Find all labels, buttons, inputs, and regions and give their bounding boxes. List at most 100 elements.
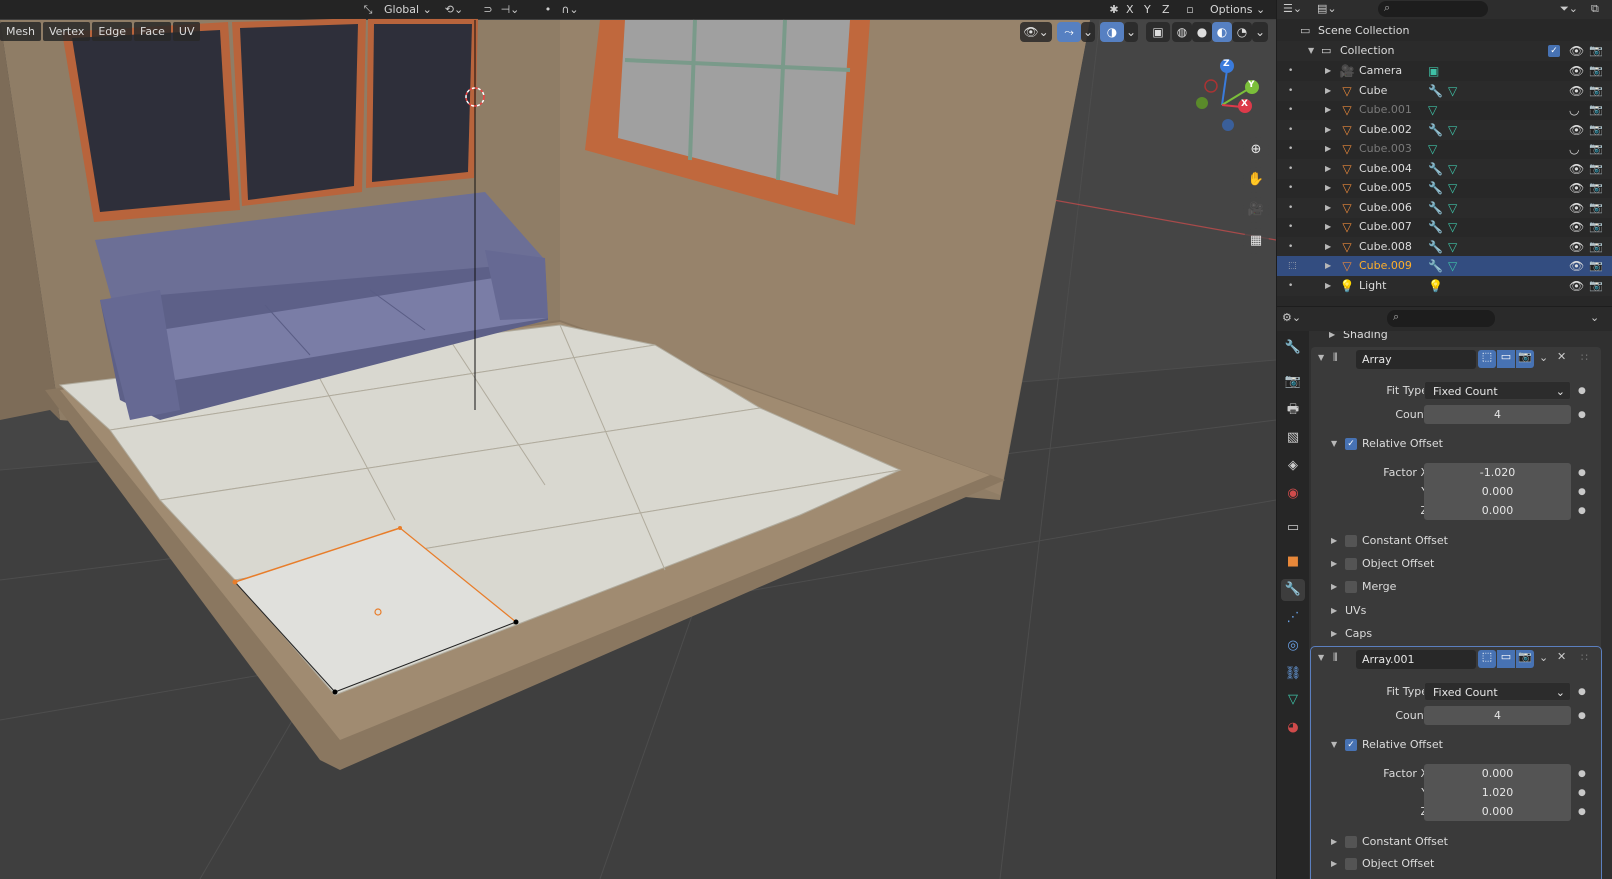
gizmo-z-label[interactable]: Z (1223, 59, 1230, 69)
eye-icon[interactable]: 👁 (1569, 61, 1584, 81)
expand-icon[interactable]: ▶ (1325, 120, 1331, 140)
relative-offset-checkbox[interactable]: ✓ (1345, 739, 1357, 751)
expand-icon[interactable]: ▶ (1325, 237, 1331, 257)
keyframe-dot[interactable]: ● (1578, 783, 1586, 803)
menu-mesh[interactable]: Mesh (0, 22, 41, 41)
eye-icon[interactable]: 👁 (1569, 276, 1584, 296)
merge-checkbox[interactable] (1345, 581, 1357, 593)
factor-y-field[interactable]: 0.000 (1424, 482, 1571, 501)
render-camera-icon[interactable]: 📷 (1589, 237, 1603, 257)
render-camera-icon[interactable]: 📷 (1589, 120, 1603, 140)
expand-icon[interactable]: ▶ (1325, 159, 1331, 179)
object-offset-row[interactable]: ▶ Object Offset (1311, 854, 1612, 874)
array-collapse-icon[interactable]: ▼ (1318, 353, 1324, 362)
collection-render-icon[interactable]: 📷 (1589, 41, 1603, 61)
camera-data-icon[interactable]: ▣ (1428, 61, 1439, 81)
mode-dot-icon[interactable]: • (1288, 100, 1293, 120)
keyframe-dot[interactable]: ● (1578, 501, 1586, 521)
merge-row[interactable]: ▶ Merge (1311, 577, 1612, 597)
expand-icon[interactable]: ▶ (1325, 276, 1331, 296)
scene-tab-icon[interactable]: ◈ (1281, 455, 1305, 477)
mesh-data-icon[interactable]: ▽ (1448, 198, 1457, 218)
mesh-data-icon[interactable]: ▽ (1448, 120, 1457, 140)
editmode-toggle-icon[interactable]: ⬚ (1478, 650, 1496, 668)
outliner-item[interactable]: • ▶ ▽ Cube.003 ▽ ◡ 📷 (1277, 139, 1612, 159)
count-field[interactable]: 4 (1424, 405, 1571, 424)
menu-edge[interactable]: Edge (92, 22, 133, 41)
constraints-tab-icon[interactable]: ⛓ (1281, 663, 1305, 685)
keyframe-dot[interactable]: ● (1578, 405, 1586, 425)
expand-icon[interactable]: ▶ (1331, 577, 1337, 597)
expand-icon[interactable]: ▶ (1331, 601, 1337, 621)
perspective-grid-icon[interactable]: ▦ (1243, 228, 1269, 254)
mirror-z-toggle[interactable]: Z (1158, 1, 1174, 18)
expand-icon[interactable]: ▶ (1325, 217, 1331, 237)
outliner-item[interactable]: • ▶ 🎥 Camera ▣ 👁 📷 (1277, 61, 1612, 81)
eye-icon[interactable]: 👁 (1569, 256, 1584, 276)
properties-search-input[interactable]: ⌕ (1387, 310, 1495, 327)
shading-dropdown-icon[interactable]: ⌄ (1252, 22, 1268, 42)
outliner-item[interactable]: ⬚ ▶ ▽ Cube.009 🔧 ▽ 👁 📷 (1277, 256, 1612, 276)
array-name-field[interactable]: Array (1356, 350, 1476, 369)
constant-offset-checkbox[interactable] (1345, 535, 1357, 547)
render-camera-icon[interactable]: 📷 (1589, 178, 1603, 198)
mode-dot-icon[interactable]: • (1288, 276, 1293, 296)
render-camera-icon[interactable]: 📷 (1589, 81, 1603, 101)
modifier-icon[interactable]: 🔧 (1428, 81, 1443, 101)
mode-dot-icon[interactable]: • (1288, 198, 1293, 218)
viewport-toggle-icon[interactable]: ▭ (1497, 650, 1515, 668)
modifier-icon[interactable]: 🔧 (1428, 237, 1443, 257)
collection-expand-icon[interactable]: ▼ (1308, 41, 1314, 61)
factor-z-field[interactable]: 0.000 (1424, 802, 1571, 821)
modifier-icon[interactable]: 🔧 (1428, 198, 1443, 218)
expand-icon[interactable]: ▶ (1325, 256, 1331, 276)
modifier-icon[interactable]: 🔧 (1428, 256, 1443, 276)
snap-target-icon[interactable]: ⊣⌄ (500, 1, 520, 18)
modifier-delete-icon[interactable]: ✕ (1557, 650, 1566, 663)
fit-type-dropdown[interactable]: Fixed Count ⌄ (1424, 682, 1571, 701)
transform-orientation-dropdown[interactable]: Global ⌄ (380, 1, 436, 18)
constant-offset-row[interactable]: ▶ Constant Offset (1311, 531, 1612, 551)
render-tab-icon[interactable]: 📷 (1281, 371, 1305, 393)
mesh-data-icon[interactable]: ▽ (1428, 139, 1437, 159)
pivot-point-icon[interactable]: ⟲⌄ (444, 1, 464, 18)
modifier-delete-icon[interactable]: ✕ (1557, 350, 1566, 363)
render-camera-icon[interactable]: 📷 (1589, 159, 1603, 179)
material-shading-icon[interactable]: ◐ (1212, 22, 1232, 42)
render-camera-icon[interactable]: 📷 (1589, 139, 1603, 159)
mesh-data-icon[interactable]: ▽ (1448, 217, 1457, 237)
viewport-toggle-icon[interactable]: ▭ (1497, 350, 1515, 368)
3d-viewport[interactable]: Z Y X ⤡ Global ⌄ ⟲⌄ ⊃ ⊣⌄ • ∩⌄ ✱ X Y Z ▫ … (0, 0, 1276, 879)
mode-dot-icon[interactable]: • (1288, 178, 1293, 198)
modifier-tab-icon[interactable]: 🔧 (1281, 579, 1305, 601)
constant-offset-checkbox[interactable] (1345, 836, 1357, 848)
options-dropdown[interactable]: Options ⌄ (1206, 1, 1269, 18)
factor-y-field[interactable]: 1.020 (1424, 783, 1571, 802)
render-camera-icon[interactable]: 📷 (1589, 198, 1603, 218)
snap-icon[interactable]: ⊃ (478, 1, 498, 18)
mode-dot-icon[interactable]: • (1288, 159, 1293, 179)
mesh-data-icon[interactable]: ▽ (1448, 237, 1457, 257)
menu-uv[interactable]: UV (172, 22, 201, 41)
xray-toggle-icon[interactable]: ▣ (1146, 22, 1170, 42)
zoom-icon[interactable]: ⊕ (1243, 137, 1269, 163)
menu-face[interactable]: Face (134, 22, 171, 41)
mesh-data-icon[interactable]: ▽ (1428, 100, 1437, 120)
factor-x-field[interactable]: -1.020 (1424, 463, 1571, 482)
collection-eye-icon[interactable]: 👁 (1569, 41, 1584, 61)
factor-z-field[interactable]: 0.000 (1424, 501, 1571, 520)
outliner-search-input[interactable]: ⌕ (1378, 1, 1488, 17)
keyframe-dot[interactable]: ● (1578, 802, 1586, 822)
edit-mode-icon[interactable]: ⬚ (1288, 256, 1297, 276)
outliner-item[interactable]: • ▶ ▽ Cube.006 🔧 ▽ 👁 📷 (1277, 198, 1612, 218)
keyframe-dot[interactable]: ● (1578, 463, 1586, 483)
overlays-toggle-icon[interactable]: ◑ (1100, 22, 1124, 42)
eye-icon[interactable]: 👁 (1569, 198, 1584, 218)
expand-icon[interactable]: ▶ (1325, 178, 1331, 198)
fit-type-dropdown[interactable]: Fixed Count ⌄ (1424, 381, 1571, 400)
render-toggle-icon[interactable]: 📷 (1516, 650, 1534, 668)
render-toggle-icon[interactable]: 📷 (1516, 350, 1534, 368)
rendered-shading-icon[interactable]: ◔ (1232, 22, 1252, 42)
editor-type-icon[interactable]: ☰⌄ (1283, 2, 1302, 15)
gizmo-toggle-icon[interactable]: ⤳ (1057, 22, 1081, 42)
